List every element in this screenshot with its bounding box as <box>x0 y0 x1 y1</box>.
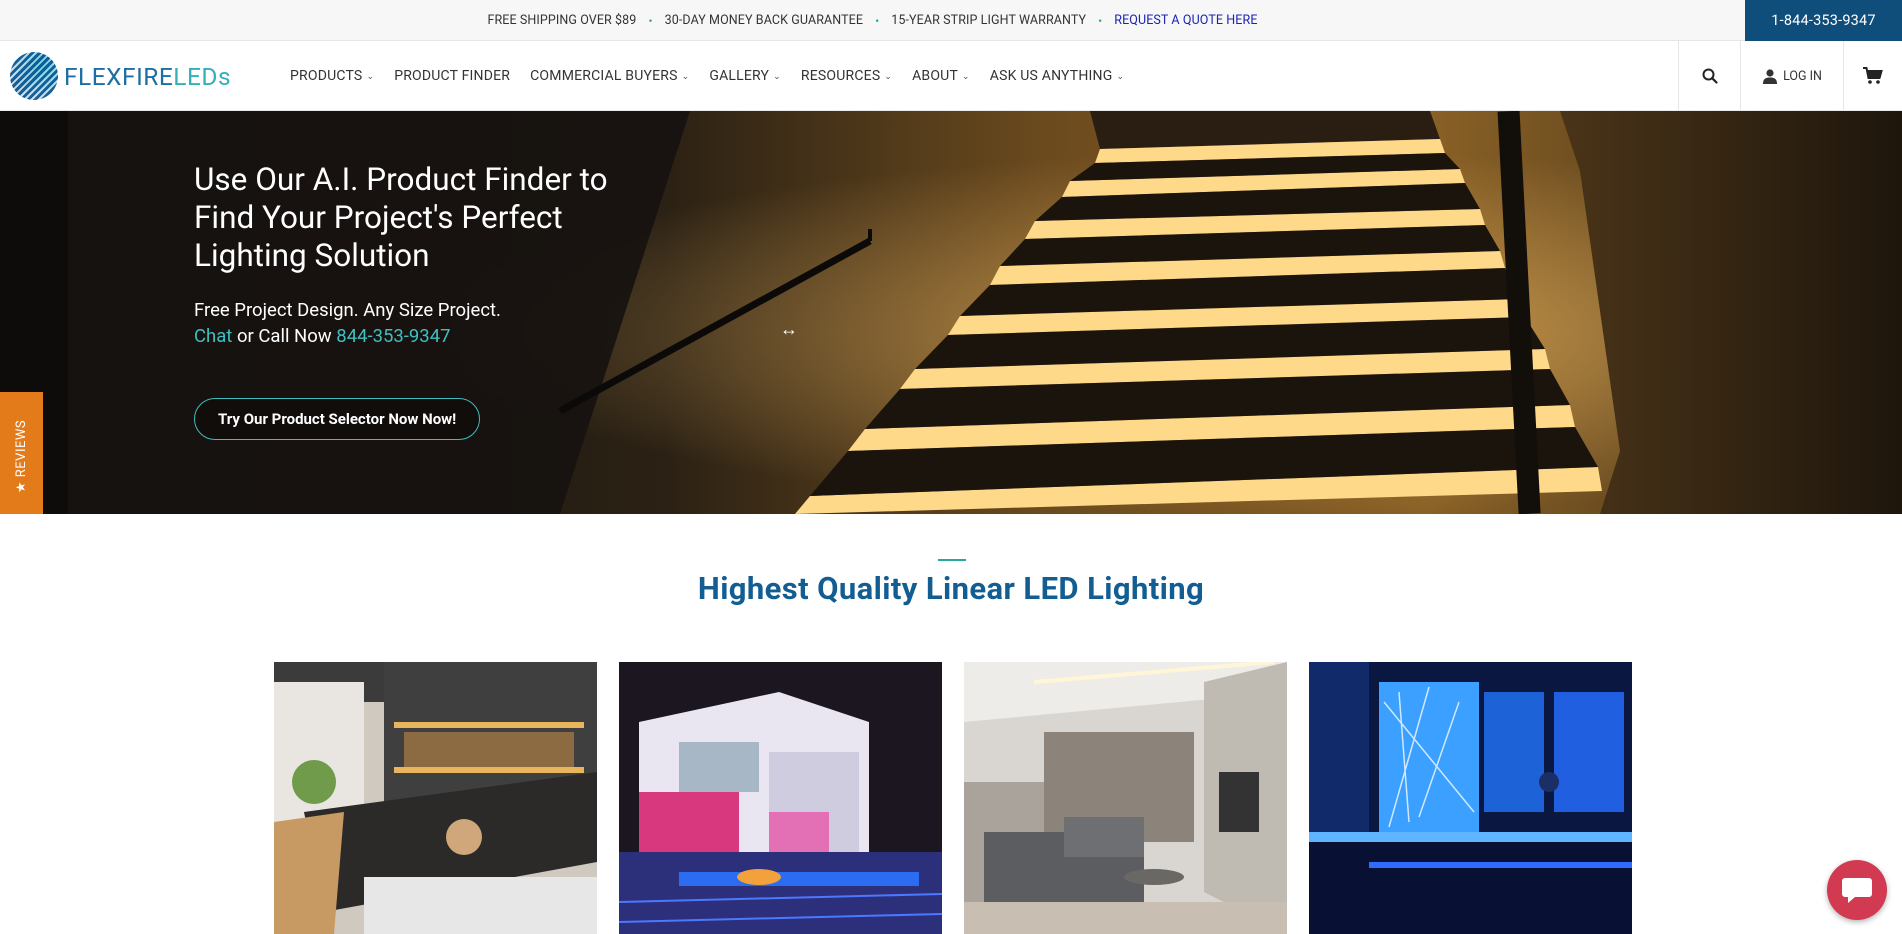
announcement-messages: FREE SHIPPING OVER $89 • 30-DAY MONEY BA… <box>0 0 1745 41</box>
login-button[interactable]: LOG IN <box>1740 41 1843 111</box>
section-title: Highest Quality Linear LED Lighting <box>697 570 1205 607</box>
nav-resources[interactable]: RESOURCES ⌄ <box>801 68 892 84</box>
nav-gallery[interactable]: GALLERY ⌄ <box>709 68 781 84</box>
nav-commercial-buyers[interactable]: COMMERCIAL BUYERS ⌄ <box>530 68 689 84</box>
call-text: or Call Now <box>232 325 337 347</box>
hero-phone-link[interactable]: 844-353-9347 <box>336 325 450 347</box>
flexfire-logo[interactable]: FLEXFIRELEDs <box>10 50 231 102</box>
bar-image <box>1309 662 1632 934</box>
living-room-image <box>964 662 1287 934</box>
nav-products[interactable]: PRODUCTS ⌄ <box>290 68 374 84</box>
kitchen-image <box>274 662 597 934</box>
outdoor-patio-image <box>619 662 942 934</box>
separator-dot: • <box>875 13 880 28</box>
outdoor-card[interactable] <box>619 662 942 934</box>
separator-dot: • <box>648 13 653 28</box>
reviews-tab[interactable]: ★ REVIEWS <box>0 392 43 514</box>
chevron-down-icon: ⌄ <box>681 72 690 82</box>
section-accent-bar <box>938 559 966 561</box>
request-quote-link[interactable]: REQUEST A QUOTE HERE <box>1114 13 1257 28</box>
site-header: FLEXFIRELEDs PRODUCTS ⌄ PRODUCT FINDER CO… <box>0 41 1902 111</box>
chevron-down-icon: ⌄ <box>1116 72 1125 82</box>
kitchen-card[interactable] <box>274 662 597 934</box>
chevron-down-icon: ⌄ <box>366 72 375 82</box>
hero-tagline: Free Project Design. Any Size Project. <box>194 299 501 321</box>
chat-widget-button[interactable] <box>1827 860 1887 920</box>
user-icon <box>1763 69 1778 84</box>
logo-wordmark: FLEXFIRELEDs <box>64 61 232 91</box>
chat-icon <box>1842 878 1872 903</box>
product-selector-button[interactable]: Try Our Product Selector Now Now! <box>194 398 481 440</box>
category-cards <box>274 662 1632 934</box>
chevron-down-icon: ⌄ <box>884 72 893 82</box>
resize-cursor-icon: ↔ <box>780 319 798 340</box>
nav-product-finder[interactable]: PRODUCT FINDER <box>394 68 510 84</box>
logo-globe-icon <box>10 52 58 100</box>
separator-dot: • <box>1098 13 1103 28</box>
hero-title: Use Our A.I. Product Finder to Find Your… <box>194 161 608 274</box>
free-shipping-text: FREE SHIPPING OVER $89 <box>487 13 637 28</box>
warranty-text: 15-YEAR STRIP LIGHT WARRANTY <box>891 13 1087 28</box>
announcement-bar: FREE SHIPPING OVER $89 • 30-DAY MONEY BA… <box>0 0 1902 41</box>
cart-icon <box>1863 67 1883 84</box>
main-nav: PRODUCTS ⌄ PRODUCT FINDER COMMERCIAL BUYE… <box>290 41 1144 111</box>
hero-banner: ★ REVIEWS Use Our A.I. Product Finder to… <box>0 111 1902 514</box>
search-button[interactable] <box>1678 41 1740 111</box>
login-label: LOG IN <box>1783 68 1822 84</box>
money-back-text: 30-DAY MONEY BACK GUARANTEE <box>664 13 864 28</box>
bar-card[interactable] <box>1309 662 1632 934</box>
phone-button[interactable]: 1-844-353-9347 <box>1745 0 1902 41</box>
living-room-card[interactable] <box>964 662 1287 934</box>
nav-ask-us-anything[interactable]: ASK US ANYTHING ⌄ <box>990 68 1124 84</box>
header-actions: LOG IN <box>1678 41 1902 111</box>
search-icon <box>1702 68 1718 84</box>
nav-about[interactable]: ABOUT ⌄ <box>912 68 970 84</box>
cart-button[interactable] <box>1843 41 1902 111</box>
chat-link[interactable]: Chat <box>194 325 232 347</box>
hero-contact-line: Chat or Call Now 844-353-9347 <box>194 323 501 349</box>
chevron-down-icon: ⌄ <box>962 72 970 82</box>
chevron-down-icon: ⌄ <box>773 72 781 82</box>
hero-subtitle: Free Project Design. Any Size Project. C… <box>194 297 501 349</box>
